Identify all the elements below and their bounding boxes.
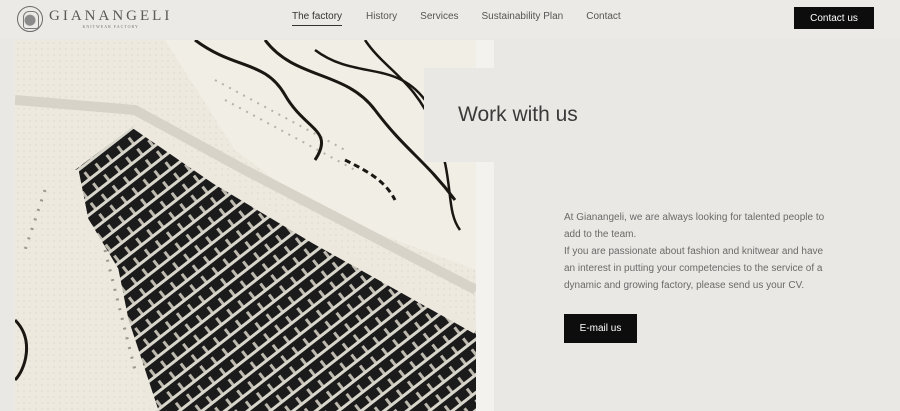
nav-item-the-factory[interactable]: The factory (292, 11, 343, 26)
intro-paragraph-1: At Gianangeli, we are always looking for… (564, 212, 825, 240)
logo-tagline: KNITWEAR FACTORY (82, 24, 139, 29)
page-title: Work with us (458, 103, 578, 126)
nav-item-contact[interactable]: Contact (586, 11, 620, 26)
contact-us-button[interactable]: Contact us (794, 7, 874, 29)
logo-name: GIANANGELI (49, 8, 173, 24)
knitwear-photo (15, 40, 476, 411)
nav-item-history[interactable]: History (366, 11, 397, 26)
logo-text: GIANANGELI KNITWEAR FACTORY (49, 8, 173, 30)
nav-item-services[interactable]: Services (420, 11, 458, 26)
intro-text: At Gianangeli, we are always looking for… (564, 209, 834, 294)
main-nav: The factory History Services Sustainabil… (292, 11, 621, 26)
logo-emblem-icon (17, 6, 43, 32)
title-box: Work with us (424, 68, 594, 162)
site-header: GIANANGELI KNITWEAR FACTORY The factory … (0, 0, 900, 38)
intro-paragraph-2: If you are passionate about fashion and … (564, 246, 824, 291)
email-us-button[interactable]: E-mail us (564, 314, 637, 343)
nav-item-sustainability-plan[interactable]: Sustainability Plan (482, 11, 564, 26)
logo[interactable]: GIANANGELI KNITWEAR FACTORY (17, 5, 169, 33)
